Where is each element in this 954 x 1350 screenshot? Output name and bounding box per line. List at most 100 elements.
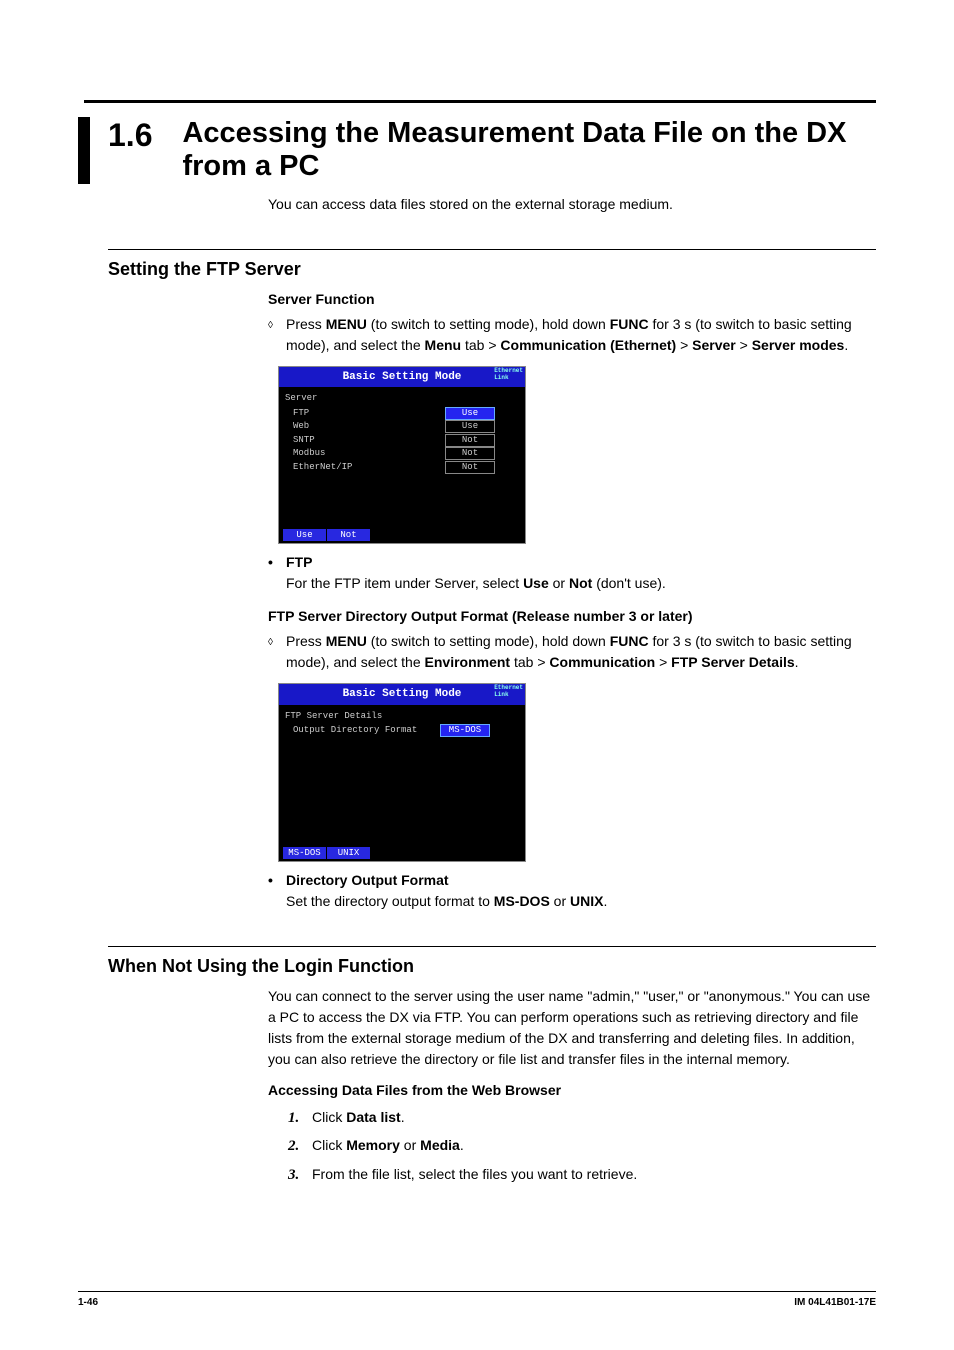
sf-b4: Communication (Ethernet) — [500, 337, 676, 353]
num-3: 3. — [288, 1164, 312, 1187]
h3-accessing: Accessing Data Files from the Web Browse… — [268, 1080, 876, 1101]
sf-p2: (to switch to setting mode), hold down — [367, 316, 610, 332]
eth-label: Ethernet — [494, 367, 523, 374]
label-modbus: Modbus — [285, 447, 445, 461]
row-modbus: ModbusNot — [285, 447, 519, 461]
label-sntp: SNTP — [285, 434, 445, 448]
intro-text: You can access data files stored on the … — [268, 194, 876, 215]
step3: 3. From the file list, select the files … — [288, 1164, 876, 1187]
s2-p3: . — [460, 1137, 464, 1153]
bullet-icon: • — [268, 552, 286, 594]
row-output-format: Output Directory Format MS-DOS — [285, 724, 519, 738]
s2-b1: Memory — [346, 1137, 400, 1153]
sf-b1: MENU — [326, 316, 367, 332]
label-output-format: Output Directory Format — [285, 724, 440, 738]
h2-setting-ftp: Setting the FTP Server — [108, 249, 876, 283]
title-bar — [78, 117, 90, 184]
ftp-title: FTP — [286, 554, 312, 570]
btn-msdos: MS-DOS — [283, 847, 327, 859]
ethernet-indicator: Ethernet Link — [494, 367, 523, 381]
section-title-row: 1.6 Accessing the Measurement Data File … — [78, 117, 876, 184]
sf-p5: > — [676, 337, 692, 353]
screenshot-ftp-details: Basic Setting Mode Ethernet Link FTP Ser… — [278, 683, 526, 862]
dof-p3: . — [603, 893, 607, 909]
label-web: Web — [285, 420, 445, 434]
btn-use: Use — [283, 529, 327, 541]
sf-p4: tab > — [461, 337, 500, 353]
server-function-text: Press MENU (to switch to setting mode), … — [286, 314, 876, 356]
page-number: 1-46 — [78, 1295, 98, 1310]
ftp-b2: Not — [569, 575, 592, 591]
h3-dir-format: FTP Server Directory Output Format (Rele… — [268, 606, 876, 627]
dof-item: • Directory Output Format Set the direct… — [268, 870, 876, 912]
val-ethernetip: Not — [445, 461, 495, 474]
label-ethernetip: EtherNet/IP — [285, 461, 445, 475]
dir-format-text: Press MENU (to switch to setting mode), … — [286, 631, 876, 673]
section-title: Accessing the Measurement Data File on t… — [182, 117, 876, 184]
s1-b1: Data list — [346, 1109, 400, 1125]
diamond-icon: ◊ — [268, 314, 286, 356]
s2-p1: Click — [312, 1137, 346, 1153]
sf-b3: Menu — [425, 337, 462, 353]
val-output-format: MS-DOS — [440, 724, 490, 737]
dof-b1: MS-DOS — [494, 893, 550, 909]
step2-text: Click Memory or Media. — [312, 1135, 876, 1158]
screen-title: Basic Setting Mode Ethernet Link — [279, 367, 525, 388]
s1-p1: Click — [312, 1109, 346, 1125]
dof-p2: or — [550, 893, 570, 909]
bullet-icon: • — [268, 870, 286, 912]
step2: 2. Click Memory or Media. — [288, 1135, 876, 1158]
di-p1: Press — [286, 633, 326, 649]
h2-not-login: When Not Using the Login Function — [108, 946, 876, 980]
top-rule — [84, 100, 876, 103]
screen-bottom-buttons-2: MS-DOS UNIX — [279, 845, 525, 861]
sf-b6: Server modes — [752, 337, 845, 353]
not-login-text: You can connect to the server using the … — [268, 986, 876, 1070]
page-footer: 1-46 IM 04L41B01-17E — [78, 1291, 876, 1310]
ftp-p1: For the FTP item under Server, select — [286, 575, 523, 591]
dir-format-step: ◊ Press MENU (to switch to setting mode)… — [268, 631, 876, 673]
group-server: Server — [285, 391, 519, 407]
link-label: Link — [494, 374, 508, 381]
di-p2: (to switch to setting mode), hold down — [367, 633, 610, 649]
row-sntp: SNTPNot — [285, 434, 519, 448]
di-p6: . — [795, 654, 799, 670]
eth-label-2: Ethernet — [494, 684, 523, 691]
val-ftp: Use — [445, 407, 495, 420]
di-p5: > — [655, 654, 671, 670]
s2-p2: or — [400, 1137, 420, 1153]
doc-id: IM 04L41B01-17E — [794, 1295, 876, 1310]
btn-unix: UNIX — [327, 847, 371, 859]
section-number: 1.6 — [108, 117, 152, 154]
btn-not: Not — [327, 529, 371, 541]
row-ftp: FTPUse — [285, 407, 519, 421]
h3-server-function: Server Function — [268, 289, 876, 310]
sf-p6: > — [736, 337, 752, 353]
row-web: WebUse — [285, 420, 519, 434]
screenshot-server-modes: Basic Setting Mode Ethernet Link Server … — [278, 366, 526, 545]
link-label-2: Link — [494, 691, 508, 698]
screen-title-2: Basic Setting Mode Ethernet Link — [279, 684, 525, 705]
di-p4: tab > — [510, 654, 549, 670]
ethernet-indicator-2: Ethernet Link — [494, 684, 523, 698]
ftp-b1: Use — [523, 575, 549, 591]
sf-b2: FUNC — [610, 316, 649, 332]
ftp-item: • FTP For the FTP item under Server, sel… — [268, 552, 876, 594]
num-2: 2. — [288, 1135, 312, 1158]
step3-text: From the file list, select the files you… — [312, 1164, 876, 1187]
row-ethernetip: EtherNet/IPNot — [285, 461, 519, 475]
dof-b2: UNIX — [570, 893, 603, 909]
val-sntp: Not — [445, 434, 495, 447]
s1-p2: . — [401, 1109, 405, 1125]
group-ftp-details: FTP Server Details — [285, 709, 519, 725]
s3-p1: From the file list, select the files you… — [312, 1166, 637, 1182]
screen-title-text: Basic Setting Mode — [343, 371, 462, 383]
dof-p1: Set the directory output format to — [286, 893, 494, 909]
di-b5: FTP Server Details — [671, 654, 794, 670]
di-b3: Environment — [425, 654, 511, 670]
dof-title: Directory Output Format — [286, 872, 449, 888]
step1: 1. Click Data list. — [288, 1107, 876, 1130]
ftp-p2: or — [549, 575, 569, 591]
server-function-step: ◊ Press MENU (to switch to setting mode)… — [268, 314, 876, 356]
sf-b5: Server — [692, 337, 736, 353]
